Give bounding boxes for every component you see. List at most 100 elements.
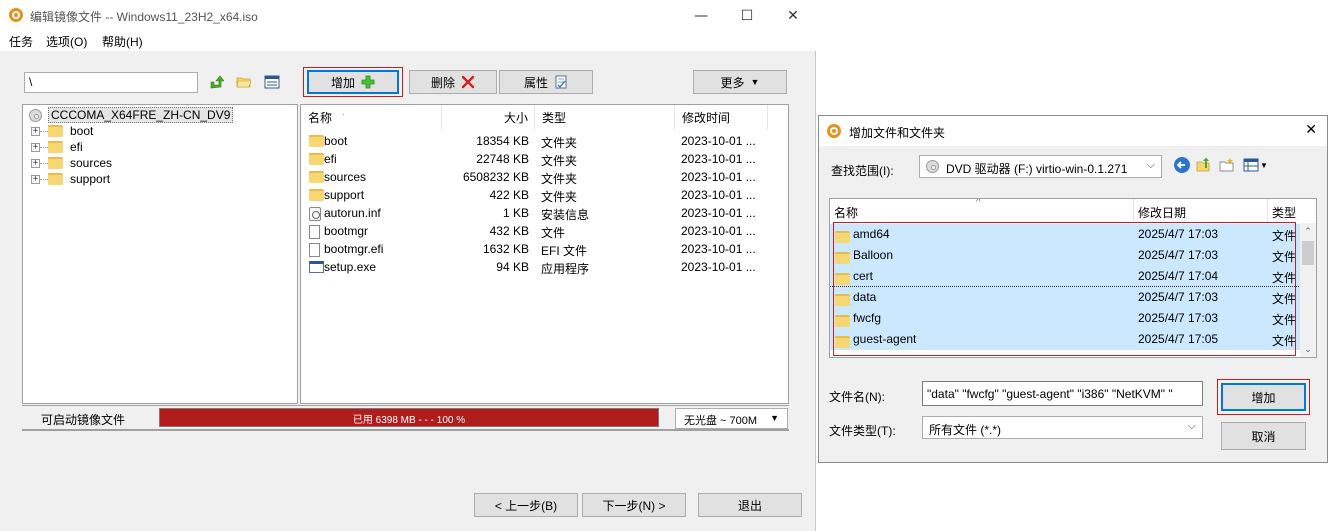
column-header-name[interactable]: 名称 bbox=[830, 199, 1134, 223]
scrollbar-thumb[interactable] bbox=[1302, 241, 1314, 265]
column-header-modified[interactable]: 修改时间 bbox=[675, 105, 768, 130]
column-header-size[interactable]: 大小 bbox=[442, 105, 535, 130]
more-button[interactable]: 更多 ▼ bbox=[693, 70, 787, 94]
file-type: 安装信息 bbox=[541, 208, 590, 222]
file-name: efi bbox=[324, 152, 337, 166]
back-button[interactable]: < 上一步(B) bbox=[474, 493, 578, 517]
table-row[interactable]: sources 6508232 KB 文件夹 2023-10-01 ... bbox=[301, 168, 788, 186]
disk-size-select[interactable]: 无光盘 ~ 700M ▼ bbox=[675, 408, 788, 429]
settings-file-icon bbox=[309, 207, 321, 221]
properties-button[interactable]: 属性 bbox=[499, 70, 593, 94]
tree-item-sources[interactable]: + sources bbox=[31, 155, 112, 171]
tree-item-support[interactable]: + support bbox=[31, 171, 110, 187]
expand-icon[interactable]: + bbox=[31, 158, 40, 168]
maximize-button[interactable]: ☐ bbox=[724, 0, 770, 31]
dropdown-arrow-icon: ▼ bbox=[750, 77, 760, 87]
close-button[interactable]: ✕ bbox=[770, 0, 816, 31]
menu-options[interactable]: 选项(O) bbox=[46, 33, 87, 50]
file-icon bbox=[309, 225, 320, 239]
tree-root[interactable]: CCCOMA_X64FRE_ZH-CN_DV9 bbox=[29, 107, 234, 123]
up-folder-icon[interactable] bbox=[207, 73, 225, 91]
up-folder-icon[interactable] bbox=[1196, 157, 1212, 176]
lookin-combo[interactable]: DVD 驱动器 (F:) virtio-win-0.1.271 ⌵ bbox=[919, 155, 1162, 178]
folder-tree[interactable]: CCCOMA_X64FRE_ZH-CN_DV9 + boot + efi + s… bbox=[22, 104, 298, 404]
file-size: 1632 KB bbox=[482, 242, 529, 256]
file-size: 18354 KB bbox=[476, 134, 529, 148]
exit-button[interactable]: 退出 bbox=[698, 493, 802, 517]
chevron-down-icon: ⌵ bbox=[1146, 159, 1155, 171]
file-name: boot bbox=[324, 134, 348, 148]
usage-progress-bar: 已用 6398 MB - - - 100 % bbox=[159, 408, 659, 427]
file-icon bbox=[309, 243, 320, 257]
file-name: autorun.inf bbox=[324, 206, 381, 220]
file-type: EFI 文件 bbox=[541, 244, 588, 258]
expand-icon[interactable]: + bbox=[31, 142, 40, 152]
expand-icon[interactable]: + bbox=[31, 126, 40, 136]
column-header-type[interactable]: 类型 bbox=[535, 105, 675, 130]
table-row[interactable]: bootmgr 432 KB 文件 2023-10-01 ... bbox=[301, 222, 788, 240]
table-row[interactable]: setup.exe 94 KB 应用程序 2023-10-01 ... bbox=[301, 258, 788, 276]
file-list[interactable]: 名称 ˊ 大小 类型 修改时间 boot 18354 KB 文件夹 2023-10-0… bbox=[300, 104, 789, 404]
dialog-add-button[interactable]: 增加 bbox=[1221, 383, 1306, 411]
view-details-icon[interactable] bbox=[263, 73, 281, 91]
menu-task[interactable]: 任务 bbox=[9, 33, 33, 50]
disc-icon bbox=[29, 108, 42, 122]
filetype-label: 文件类型(T): bbox=[829, 424, 896, 438]
table-row[interactable]: boot 18354 KB 文件夹 2023-10-01 ... bbox=[301, 132, 788, 150]
table-row[interactable]: bootmgr.efi 1632 KB EFI 文件 2023-10-01 ... bbox=[301, 240, 788, 258]
folder-icon bbox=[48, 125, 63, 137]
filename-input[interactable]: "data" "fwcfg" "guest-agent" "i386" "Net… bbox=[922, 381, 1203, 406]
file-name: sources bbox=[324, 170, 367, 184]
usage-progress-text: 已用 6398 MB - - - 100 % bbox=[352, 415, 466, 426]
menu-bar: 任务 选项(O) 帮助(H) bbox=[0, 31, 816, 51]
expand-icon[interactable]: + bbox=[31, 174, 40, 184]
file-size: 22748 KB bbox=[476, 152, 529, 166]
table-row[interactable]: efi 22748 KB 文件夹 2023-10-01 ... bbox=[301, 150, 788, 168]
tree-root-label: CCCOMA_X64FRE_ZH-CN_DV9 bbox=[48, 107, 234, 123]
scroll-up-icon[interactable]: ⌃ bbox=[1300, 223, 1316, 239]
file-date: 2023-10-01 ... bbox=[681, 134, 756, 148]
add-button[interactable]: 增加 bbox=[307, 70, 399, 94]
scroll-down-icon[interactable]: ⌄ bbox=[1300, 341, 1316, 357]
folder-icon bbox=[309, 189, 324, 201]
file-size: 432 KB bbox=[489, 224, 529, 238]
column-header-date[interactable]: 修改日期 bbox=[1134, 199, 1268, 223]
menu-help[interactable]: 帮助(H) bbox=[102, 33, 143, 50]
delete-x-icon bbox=[461, 75, 475, 89]
delete-button[interactable]: 删除 bbox=[409, 70, 497, 94]
file-date: 2023-10-01 ... bbox=[681, 260, 756, 274]
dialog-cancel-button[interactable]: 取消 bbox=[1221, 422, 1306, 450]
new-folder-icon[interactable] bbox=[1219, 157, 1235, 176]
column-header-name[interactable]: 名称 ˊ bbox=[301, 105, 442, 130]
application-icon bbox=[309, 261, 324, 273]
add-files-dialog: 增加文件和文件夹 ✕ 查找范围(I): DVD 驱动器 (F:) virtio-… bbox=[818, 115, 1328, 463]
selection-highlight bbox=[833, 222, 1296, 356]
file-type: 文件 bbox=[541, 226, 566, 240]
path-input[interactable]: \ bbox=[24, 72, 198, 93]
window-title: 编辑镜像文件 -- Windows11_23H2_x64.iso bbox=[30, 10, 258, 24]
open-folder-icon[interactable] bbox=[235, 73, 253, 91]
tree-item-boot[interactable]: + boot bbox=[31, 123, 93, 139]
dialog-title: 增加文件和文件夹 bbox=[849, 126, 946, 140]
file-date: 2023-10-01 ... bbox=[681, 224, 756, 238]
filename-label: 文件名(N): bbox=[829, 390, 885, 404]
app-disc-icon bbox=[9, 8, 23, 22]
column-header-type[interactable]: 类型 bbox=[1268, 199, 1316, 223]
back-arrow-icon[interactable] bbox=[1174, 157, 1190, 173]
table-row[interactable]: support 422 KB 文件夹 2023-10-01 ... bbox=[301, 186, 788, 204]
dialog-close-button[interactable]: ✕ bbox=[1305, 122, 1317, 138]
filetype-select[interactable]: 所有文件 (*.*) ⌵ bbox=[922, 416, 1203, 439]
table-row[interactable]: autorun.inf 1 KB 安装信息 2023-10-01 ... bbox=[301, 204, 788, 222]
tree-item-efi[interactable]: + efi bbox=[31, 139, 83, 155]
vertical-scrollbar[interactable]: ⌃ ⌄ bbox=[1300, 223, 1316, 357]
title-bar: 编辑镜像文件 -- Windows11_23H2_x64.iso — ☐ ✕ bbox=[0, 0, 816, 31]
next-button[interactable]: 下一步(N) > bbox=[582, 493, 686, 517]
file-size: 1 KB bbox=[502, 206, 529, 220]
file-date: 2023-10-01 ... bbox=[681, 152, 756, 166]
minimize-button[interactable]: — bbox=[678, 0, 724, 31]
view-menu-icon[interactable]: ▼ bbox=[1243, 157, 1268, 173]
folder-icon bbox=[309, 171, 324, 183]
file-name: support bbox=[324, 188, 365, 202]
file-size: 94 KB bbox=[496, 260, 529, 274]
folder-icon bbox=[309, 135, 324, 147]
